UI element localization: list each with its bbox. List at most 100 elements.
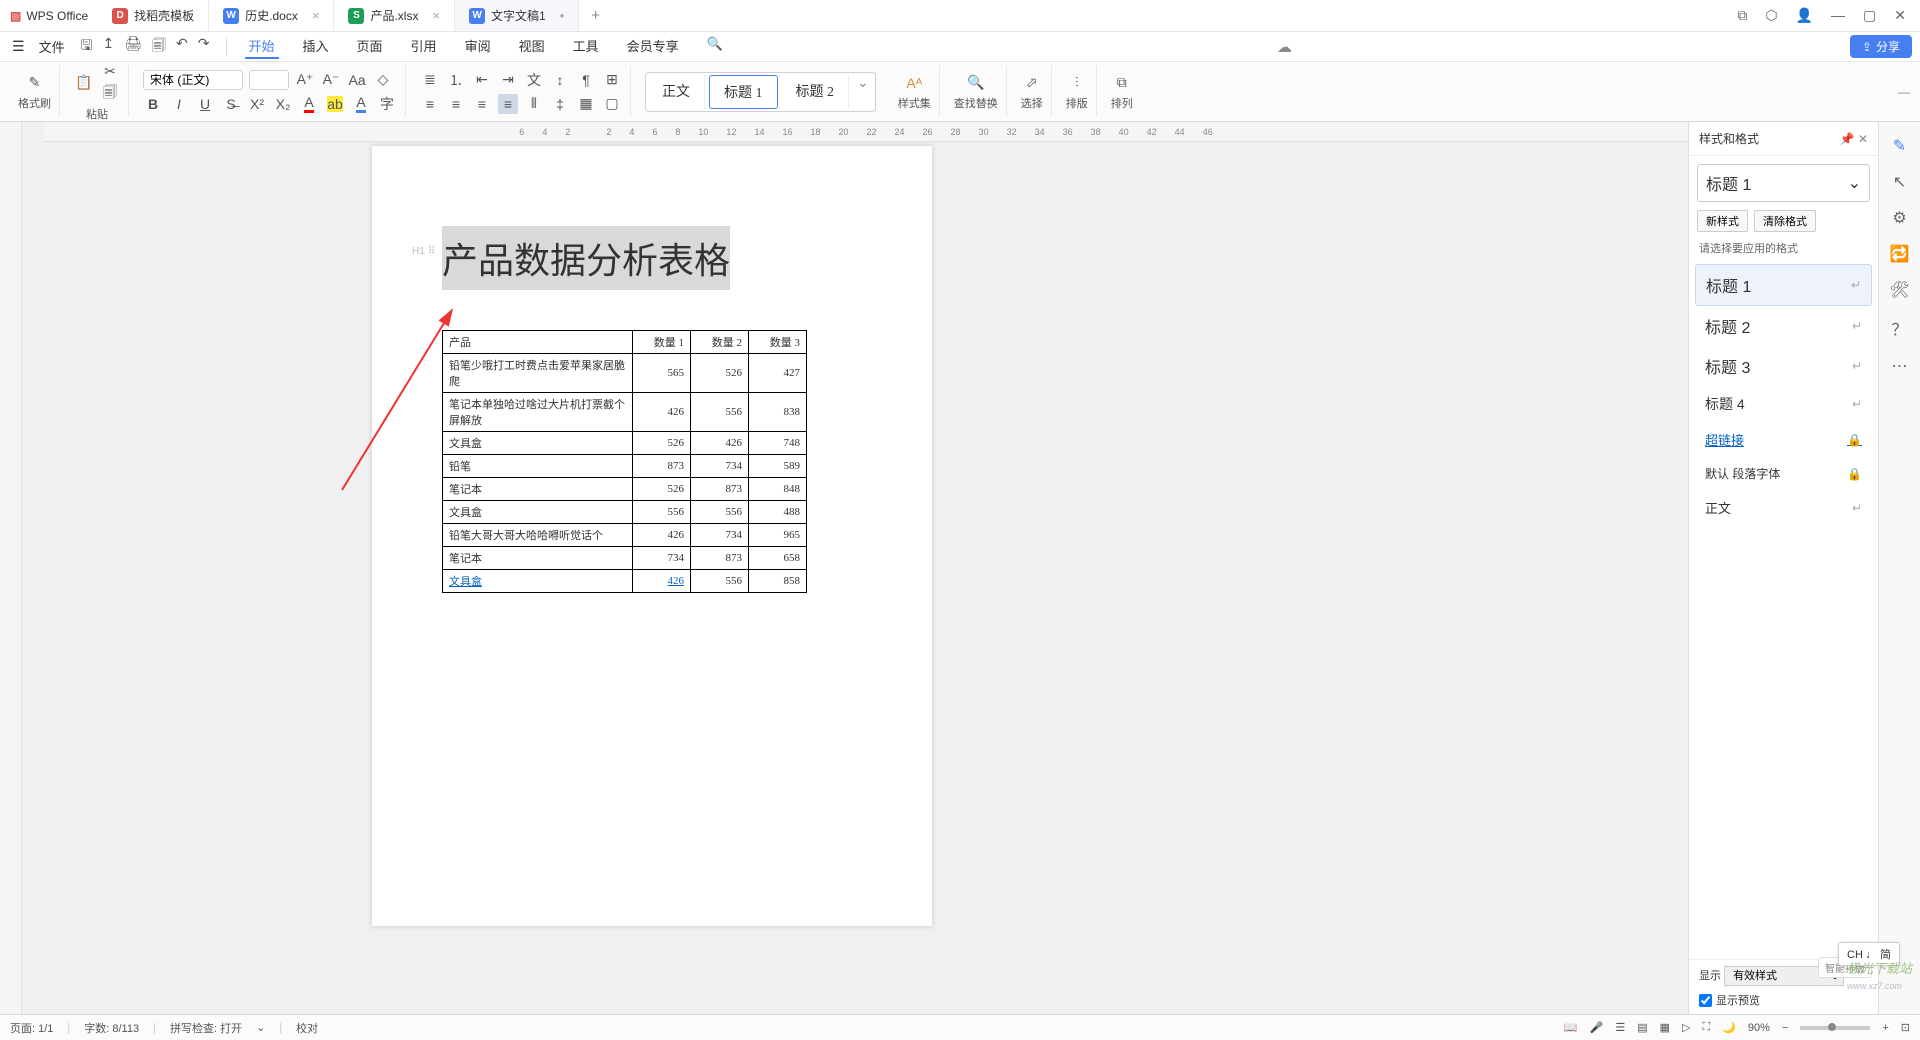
spell-dropdown-icon[interactable]: ⌄ [256,1021,265,1034]
zoom-slider[interactable] [1800,1026,1870,1030]
cell-qty2[interactable]: 873 [691,478,749,501]
cell-qty1[interactable]: 873 [633,455,691,478]
tab-product[interactable]: S 产品.xlsx × [334,0,455,31]
menu-start[interactable]: 开始 [245,34,279,59]
document-title[interactable]: 产品数据分析表格 [442,226,730,290]
indent-icon[interactable]: ⇥ [498,70,518,90]
cell-qty3[interactable]: 427 [749,354,807,393]
style-item-h4[interactable]: 标题 4↵ [1695,386,1872,422]
style-item-default-font[interactable]: 默认 段落字体🔒 [1695,457,1872,490]
tab-close-icon[interactable]: • [560,8,565,23]
table-row[interactable]: 笔记本 526 873 848 [443,478,807,501]
cell-product[interactable]: 铅笔少哦打工时费点击爱苹果家居脆爬 [443,354,633,393]
style-item-h3[interactable]: 标题 3↵ [1695,346,1872,386]
style-set-group[interactable]: Aᴬ 样式集 [890,66,940,117]
drag-handle-icon[interactable]: ⠿ [428,246,435,257]
menu-view[interactable]: 视图 [515,34,549,59]
cell-qty3[interactable]: 965 [749,524,807,547]
redo-icon[interactable]: ↷ [198,35,210,59]
data-table[interactable]: 产品 数量 1 数量 2 数量 3 铅笔少哦打工时费点击爱苹果家居脆爬 565 … [442,330,807,593]
cell-product[interactable]: 铅笔 [443,455,633,478]
menu-review[interactable]: 审阅 [461,34,495,59]
cell-qty3[interactable]: 658 [749,547,807,570]
bold-icon[interactable]: B [143,94,163,114]
cell-qty2[interactable]: 873 [691,547,749,570]
align-center-icon[interactable]: ≡ [446,94,466,114]
ruler-icon[interactable]: ⊞ [602,70,622,90]
tools-icon[interactable]: 🛠 [1889,280,1909,300]
more-icon[interactable]: ⋯ [1892,356,1908,376]
paste-icon[interactable]: 📋 [74,73,94,93]
arrange-group[interactable]: ⧉ 排列 [1103,66,1141,117]
tab-history[interactable]: W 历史.docx × [209,0,334,31]
layout-group[interactable]: ⫶ 排版 [1058,66,1097,117]
cell-qty3[interactable]: 488 [749,501,807,524]
subscript-icon[interactable]: X₂ [273,94,293,114]
font-size-input[interactable] [249,70,289,90]
style-more-icon[interactable]: ⌄ [853,75,873,109]
export-icon[interactable]: ↥ [103,35,115,59]
marks-icon[interactable]: ¶ [576,70,596,90]
cell-product[interactable]: 铅笔大哥大哥大哈哈嘚听觉话个 [443,524,633,547]
cell-qty1[interactable]: 426 [633,524,691,547]
cell-qty2[interactable]: 426 [691,432,749,455]
cell-qty3[interactable]: 858 [749,570,807,593]
style-heading2[interactable]: 标题 2 [782,75,850,109]
distribute-icon[interactable]: ⫴ [524,94,544,114]
table-row[interactable]: 铅笔 873 734 589 [443,455,807,478]
collapse-ribbon-icon[interactable]: — [1898,85,1910,99]
microphone-icon[interactable]: 🎤 [1590,1021,1604,1034]
file-menu[interactable]: 文件 [33,37,71,56]
table-row[interactable]: 文具盒 526 426 748 [443,432,807,455]
cell-product[interactable]: 文具盒 [443,432,633,455]
minimize-icon[interactable]: — [1831,7,1845,24]
close-window-icon[interactable]: ✕ [1894,7,1906,24]
print-icon[interactable]: 🖨 [124,35,142,59]
bullet-list-icon[interactable]: ≣ [420,70,440,90]
change-case-icon[interactable]: Aa [347,70,367,90]
cell-product[interactable]: 文具盒 [443,501,633,524]
cell-qty1[interactable]: 565 [633,354,691,393]
style-item-body[interactable]: 正文↵ [1695,490,1872,525]
cell-product[interactable]: 笔记本 [443,478,633,501]
style-gallery[interactable]: 正文 标题 1 标题 2 ⌄ [645,72,876,112]
new-tab-button[interactable]: + [579,7,612,24]
tabs-mode-icon[interactable]: ⧉ [1737,7,1747,24]
outline-icon[interactable]: ☰ [1615,1021,1625,1034]
avatar-icon[interactable]: 👤 [1796,7,1813,24]
cell-product[interactable]: 笔记本 [443,547,633,570]
close-panel-icon[interactable]: ✕ [1858,132,1868,146]
settings-slider-icon[interactable]: ⚙ [1892,208,1906,228]
copy-icon[interactable]: 🗐 [100,84,120,104]
maximize-icon[interactable]: ▢ [1863,7,1876,24]
save-icon[interactable]: 🖫 [81,35,93,59]
style-item-hyperlink[interactable]: 超链接🔒 [1695,422,1872,457]
font-color-icon[interactable]: A [299,94,319,114]
text-effect-icon[interactable]: A [351,94,371,114]
spell-check[interactable]: 拼写检查: 打开 [170,1020,242,1036]
line-spacing-icon[interactable]: ‡ [550,94,570,114]
shrink-font-icon[interactable]: A⁻ [321,70,341,90]
format-painter-icon[interactable]: ✎ [25,73,45,93]
word-count[interactable]: 字数: 8/113 [84,1020,139,1036]
search-icon[interactable]: 🔍 [703,34,727,59]
night-icon[interactable]: 🌙 [1722,1021,1736,1034]
cell-qty3[interactable]: 748 [749,432,807,455]
align-left-icon[interactable]: ≡ [420,94,440,114]
cell-qty2[interactable]: 556 [691,393,749,432]
menu-reference[interactable]: 引用 [407,34,441,59]
tab-close-icon[interactable]: × [312,8,320,23]
clear-format-button[interactable]: 清除格式 [1754,210,1816,232]
italic-icon[interactable]: I [169,94,189,114]
grow-font-icon[interactable]: A⁺ [295,70,315,90]
cursor-icon[interactable]: ↖ [1893,172,1906,192]
undo-icon[interactable]: ↶ [176,35,188,59]
text-direction-icon[interactable]: 文 [524,70,544,90]
replace-icon[interactable]: 🔁 [1890,244,1910,264]
header-qty2[interactable]: 数量 2 [691,331,749,354]
cell-qty2[interactable]: 556 [691,501,749,524]
fullscreen-icon[interactable]: ⛶ [1702,1021,1710,1034]
page-indicator[interactable]: 页面: 1/1 [10,1020,53,1036]
char-shade-icon[interactable]: 字 [377,94,397,114]
outdent-icon[interactable]: ⇤ [472,70,492,90]
